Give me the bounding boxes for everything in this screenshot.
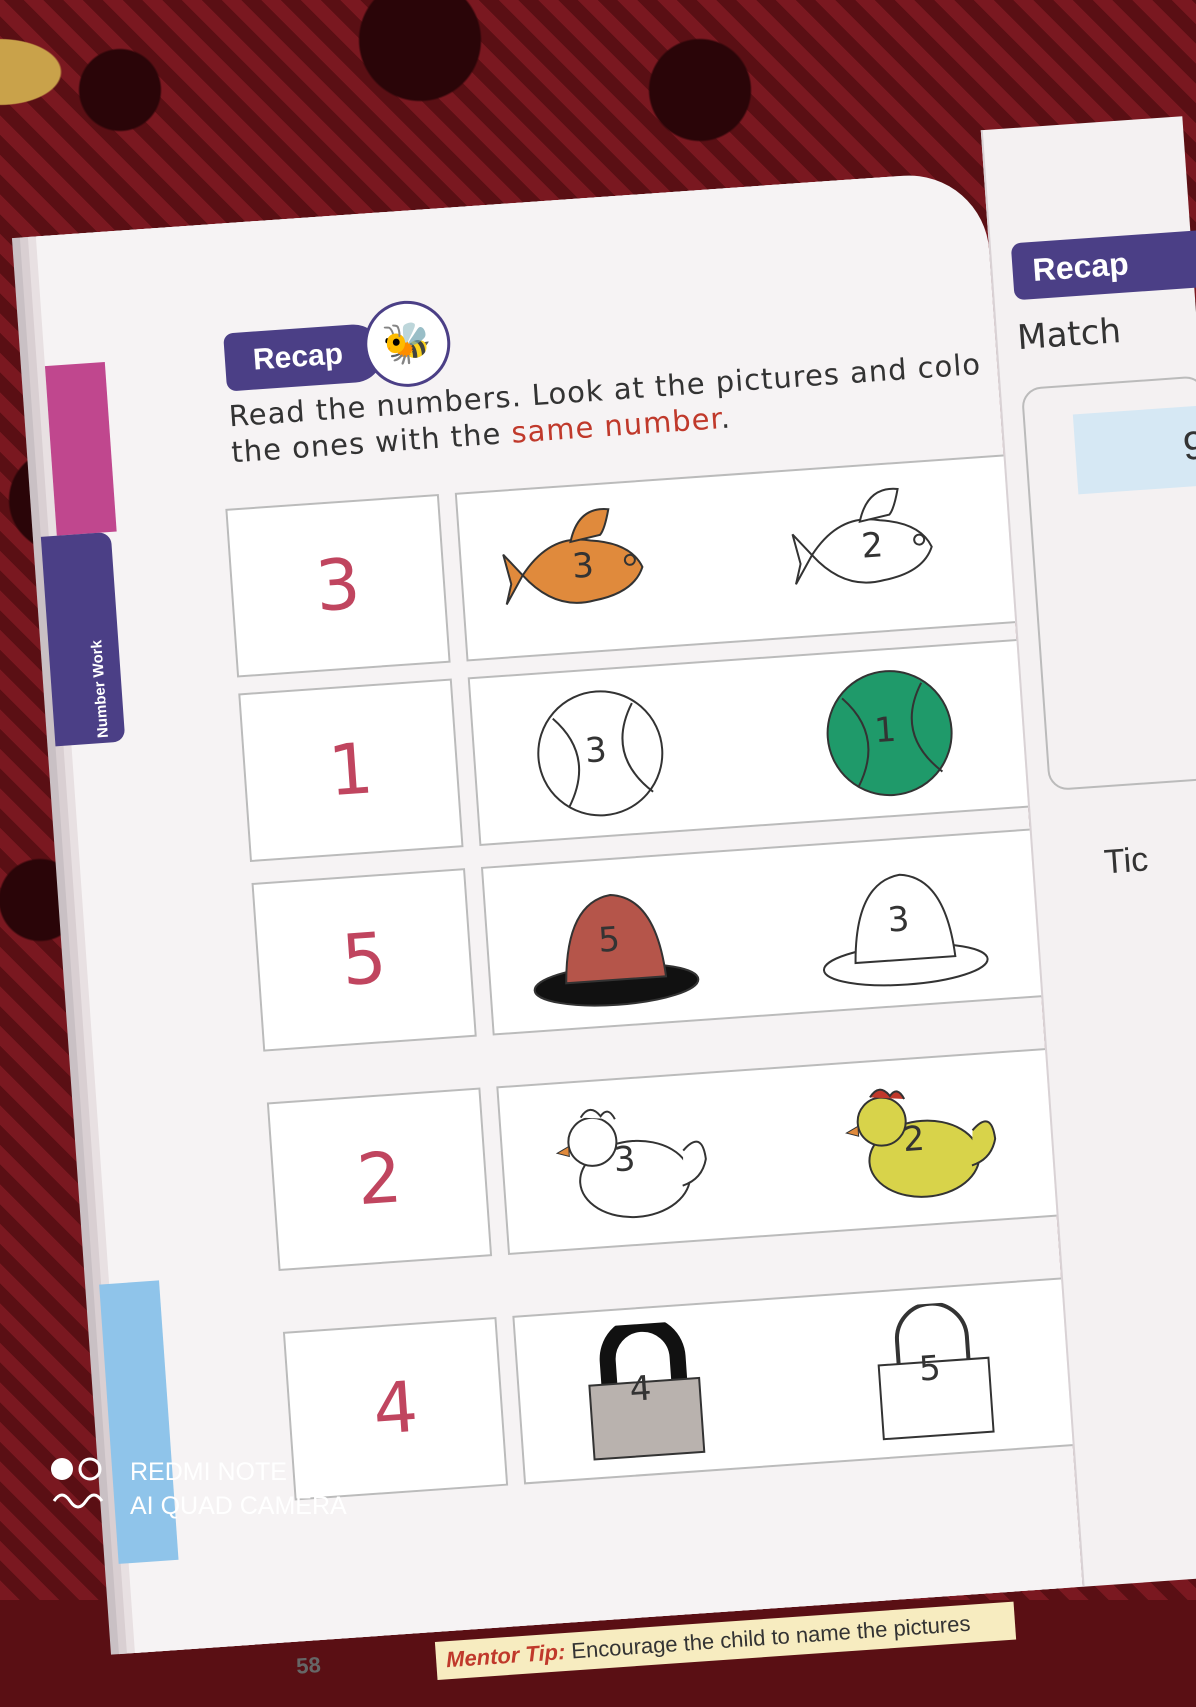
picture-number: 3 xyxy=(570,545,596,587)
mentor-tip-label: Mentor Tip: xyxy=(445,1639,567,1673)
goldfish-icon[interactable]: 3 xyxy=(498,495,677,642)
right-tick-heading: Tic xyxy=(1102,840,1150,882)
watermark-line2: AI QUAD CAMERA xyxy=(130,1492,347,1520)
exercise-row: 445 xyxy=(282,1276,1087,1507)
padlock-icon[interactable]: 5 xyxy=(845,1298,1024,1445)
page-number: 58 xyxy=(295,1652,322,1679)
exercise-row: 553 xyxy=(251,827,1056,1058)
left-page: Number Work Recap 🐝 Read the numbers. Lo… xyxy=(35,170,1087,1680)
recap-badge: Recap xyxy=(223,322,385,392)
mentor-tip-text: Encourage the child to name the pictures xyxy=(564,1610,972,1664)
goldfish-icon[interactable]: 2 xyxy=(787,475,966,622)
workbook: Number Work Recap 🐝 Read the numbers. Lo… xyxy=(0,51,1196,1680)
picture-number: 5 xyxy=(596,919,622,961)
hen-icon[interactable]: 3 xyxy=(539,1089,718,1236)
picture-number: 2 xyxy=(901,1118,927,1161)
padlock-icon[interactable]: 4 xyxy=(555,1315,734,1465)
right-number-cell: 9 xyxy=(1072,404,1196,495)
exercise-row: 232 xyxy=(266,1047,1071,1277)
picture-choices: 32 xyxy=(496,1047,1071,1256)
target-number: 1 xyxy=(238,678,464,863)
watermark-line1: REDMI NOTE 9 xyxy=(130,1458,308,1486)
tennis-ball-icon[interactable]: 3 xyxy=(511,680,690,827)
hen-icon[interactable]: 2 xyxy=(829,1068,1008,1215)
right-recap-badge: Recap xyxy=(1010,229,1196,301)
picture-number: 5 xyxy=(917,1348,943,1390)
bee-mascot-icon: 🐝 xyxy=(361,297,454,390)
right-match-heading: Match xyxy=(1015,311,1123,359)
picture-number: 1 xyxy=(873,709,898,752)
picture-number: 3 xyxy=(583,729,609,772)
picture-choices: 31 xyxy=(467,638,1043,847)
target-number: 5 xyxy=(251,868,477,1052)
picture-number: 4 xyxy=(628,1368,653,1410)
instruction-end: . xyxy=(719,400,732,436)
camera-watermark: REDMI NOTE 9 AI QUAD CAMERA xyxy=(50,1455,347,1523)
picture-choices: 45 xyxy=(512,1276,1087,1485)
hat-icon[interactable]: 5 xyxy=(524,869,703,1016)
picture-number: 3 xyxy=(886,899,911,941)
target-number: 3 xyxy=(225,493,451,678)
camera-logo-icon xyxy=(50,1455,110,1522)
side-strip-pink xyxy=(44,361,117,536)
picture-number: 2 xyxy=(860,525,885,567)
picture-choices: 32 xyxy=(454,453,1030,662)
mentor-tip: Mentor Tip: Encourage the child to name … xyxy=(434,1601,1017,1680)
hat-icon[interactable]: 3 xyxy=(813,849,992,996)
tennis-ball-icon[interactable]: 1 xyxy=(800,659,979,806)
picture-number: 3 xyxy=(612,1138,637,1181)
picture-choices: 53 xyxy=(480,827,1056,1036)
target-number: 2 xyxy=(266,1087,493,1272)
